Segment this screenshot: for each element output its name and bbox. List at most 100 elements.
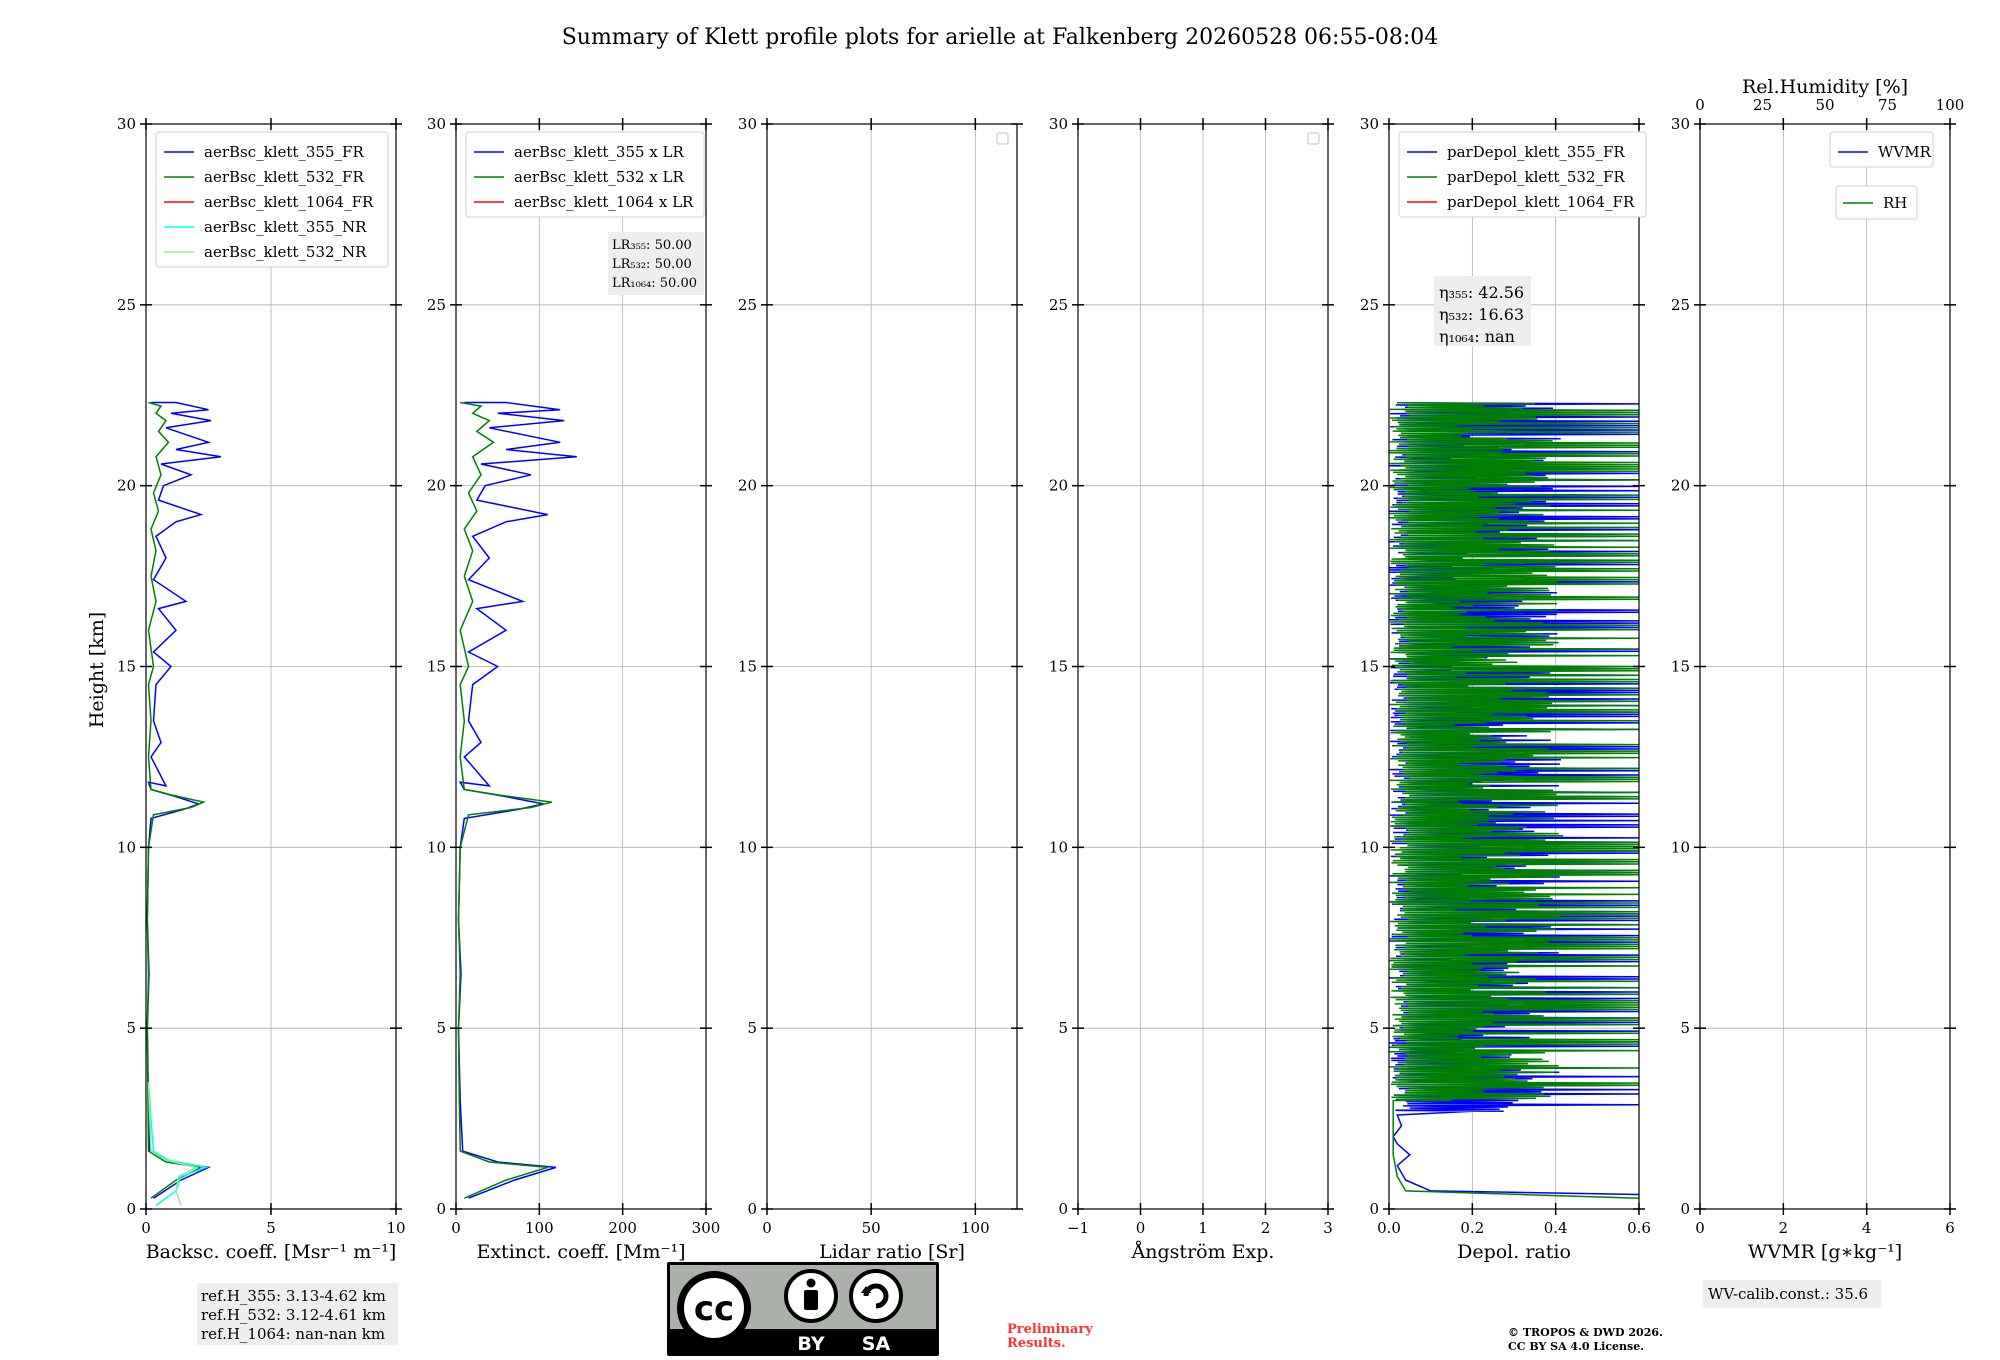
legend-entry: aerBsc_klett_355 x LR	[514, 143, 685, 161]
panel-lr: 0 5 10 15 20 25 30 0 50 100 Lidar ratio [Sr]	[738, 115, 1023, 1263]
cc-sa-label: SA	[862, 1333, 891, 1355]
legend-entry: aerBsc_klett_532 x LR	[514, 168, 685, 186]
preliminary-results-note: Preliminary Results.	[1007, 1322, 1093, 1351]
y-tick-label: 10	[117, 838, 136, 856]
series-line-aerBsc_klett_355_FR	[146, 401, 222, 1199]
y-tick-label: 5	[747, 1019, 757, 1037]
y-tick-label: 20	[117, 477, 136, 495]
note-line: WV-calib.const.: 35.6	[1708, 1285, 1868, 1303]
y-tick-label: 25	[427, 296, 446, 314]
y-tick-label: 0	[1058, 1200, 1068, 1218]
y-tick-label: 30	[1049, 115, 1068, 133]
top-x-tick-label: 100	[1936, 96, 1965, 114]
panel-ext: 0510152025300 100 200 300Extinct. coeff. [M…	[427, 115, 720, 1263]
y-tick-label: 30	[1360, 115, 1379, 133]
x-tick-label: 2	[1779, 1219, 1789, 1237]
x-tick-label: 0	[1136, 1219, 1146, 1237]
y-tick-label: 10	[1360, 838, 1379, 856]
note-line: ref.H_532: 3.12-4.61 km	[201, 1306, 386, 1324]
top-x-tick-label: 50	[1815, 96, 1834, 114]
panel-dep: 0 5 10 15 20 25 30 0.0 0.2 0.4 0.6 Depol. ratio parD…	[1360, 115, 1651, 1263]
x-tick-label: 2	[1261, 1219, 1271, 1237]
legend-entry: aerBsc_klett_355_NR	[204, 218, 367, 236]
y-tick-label: 15	[1049, 658, 1068, 676]
x-tick-label: 6	[1945, 1219, 1955, 1237]
x-tick-label: 0	[1695, 1219, 1705, 1237]
legend-entry: aerBsc_klett_532_NR	[204, 243, 367, 261]
x-tick-label: 3	[1323, 1219, 1333, 1237]
note-line: η₃₅₅: 42.56	[1439, 283, 1524, 302]
share-alike-icon	[849, 1269, 903, 1323]
y-tick-label: 0	[1369, 1200, 1379, 1218]
svg-text:cc: cc	[694, 1289, 734, 1329]
note-line: LR₁₀₆₄: 50.00	[612, 276, 697, 291]
top-x-tick-label: 25	[1753, 96, 1772, 114]
y-tick-label: 5	[1680, 1019, 1690, 1037]
legend-entry: aerBsc_klett_1064 x LR	[514, 193, 694, 211]
legend-entry: aerBsc_klett_1064_FR	[204, 193, 374, 211]
x-tick-label: 0.4	[1544, 1219, 1568, 1237]
x-axis-label: Depol. ratio	[1457, 1241, 1571, 1263]
data-series-group	[457, 401, 577, 1199]
figure-title: Summary of Klett profile plots for ariel…	[562, 25, 1439, 50]
y-tick-label: 20	[1360, 477, 1379, 495]
y-tick-label: 5	[436, 1019, 446, 1037]
x-tick-label: 5	[266, 1219, 276, 1237]
y-tick-label: 10	[1671, 838, 1690, 856]
x-tick-label: 0.6	[1627, 1219, 1651, 1237]
x-axis-label: Backsc. coeff. [Msr⁻¹ m⁻¹]	[146, 1241, 397, 1263]
y-axis-label: Height [km]	[86, 612, 108, 728]
y-tick-label: 0	[1680, 1200, 1690, 1218]
empty-legend-box	[996, 132, 1009, 145]
lidar-summary-figure: Summary of Klett profile plots for ariel…	[86, 25, 1964, 1356]
panel-wv: 0 5 10 15 20 25 30 0 2 4 6 WVMR [g∗kg⁻¹] 0 25 50 75 100 R…	[1671, 76, 1964, 1308]
x-axis-label: Ångström Exp.	[1131, 1241, 1275, 1263]
y-tick-label: 25	[738, 296, 757, 314]
legend-entry: parDepol_klett_532_FR	[1447, 168, 1625, 186]
y-tick-label: 30	[1671, 115, 1690, 133]
x-tick-label: 50	[862, 1219, 881, 1237]
x-tick-label: 0.0	[1377, 1219, 1401, 1237]
note-line: η₁₀₆₄: nan	[1439, 327, 1515, 346]
cc-by-label: BY	[797, 1333, 824, 1355]
y-tick-label: 15	[738, 658, 757, 676]
y-tick-label: 30	[738, 115, 757, 133]
legend-entry: WVMR	[1878, 143, 1932, 161]
x-tick-label: 0.2	[1460, 1219, 1484, 1237]
legend-entry: aerBsc_klett_355_FR	[204, 143, 364, 161]
copyright-line-1: © TROPOS & DWD 2026.	[1508, 1326, 1663, 1339]
y-tick-label: 20	[427, 477, 446, 495]
y-tick-label: 30	[117, 115, 136, 133]
x-axis-label: Lidar ratio [Sr]	[819, 1241, 965, 1263]
top-x-tick-label: 75	[1878, 96, 1897, 114]
x-axis-label: Extinct. coeff. [Mm⁻¹]	[476, 1241, 685, 1263]
data-series-group	[146, 401, 222, 1207]
series-line-parDepol_klett_532_FR	[1389, 402, 1639, 1199]
y-tick-label: 25	[1671, 296, 1690, 314]
x-tick-label: 300	[692, 1219, 721, 1237]
y-tick-label: 10	[738, 838, 757, 856]
legend-entry: RH	[1883, 194, 1907, 212]
cc-by-sa-badge: cc BY SA	[667, 1262, 939, 1356]
panel-ang: 051015202530−1 0 1 2 3Ångström Exp.	[1049, 115, 1334, 1263]
y-tick-label: 10	[427, 838, 446, 856]
note-line: η₅₃₂: 16.63	[1439, 305, 1524, 324]
panel-bsc: 0 5 10 15 20 25 30 0 5 10 Backsc. coeff. [Msr⁻¹ m⁻…	[117, 115, 406, 1345]
x-tick-label: 0	[762, 1219, 772, 1237]
note-line: LR₃₅₅: 50.00	[612, 238, 692, 253]
data-series-group	[1389, 402, 1639, 1199]
note-line: ref.H_355: 3.13-4.62 km	[201, 1287, 386, 1305]
x-tick-label: 1	[1198, 1219, 1208, 1237]
y-tick-label: 0	[436, 1200, 446, 1218]
x-tick-label: 100	[525, 1219, 554, 1237]
legend-entry: parDepol_klett_355_FR	[1447, 143, 1625, 161]
note-line: LR₅₃₂: 50.00	[612, 257, 692, 272]
x-tick-label: 0	[451, 1219, 461, 1237]
y-tick-label: 25	[117, 296, 136, 314]
series-line-aerBsc_klett_355 x LR	[457, 401, 577, 1199]
y-tick-label: 20	[738, 477, 757, 495]
profile-panels: 0510152025300 5 10Backsc. coeff. [Msr⁻¹ m⁻…	[117, 76, 1964, 1345]
y-tick-label: 25	[1049, 296, 1068, 314]
y-tick-label: 15	[1360, 658, 1379, 676]
y-tick-label: 20	[1671, 477, 1690, 495]
